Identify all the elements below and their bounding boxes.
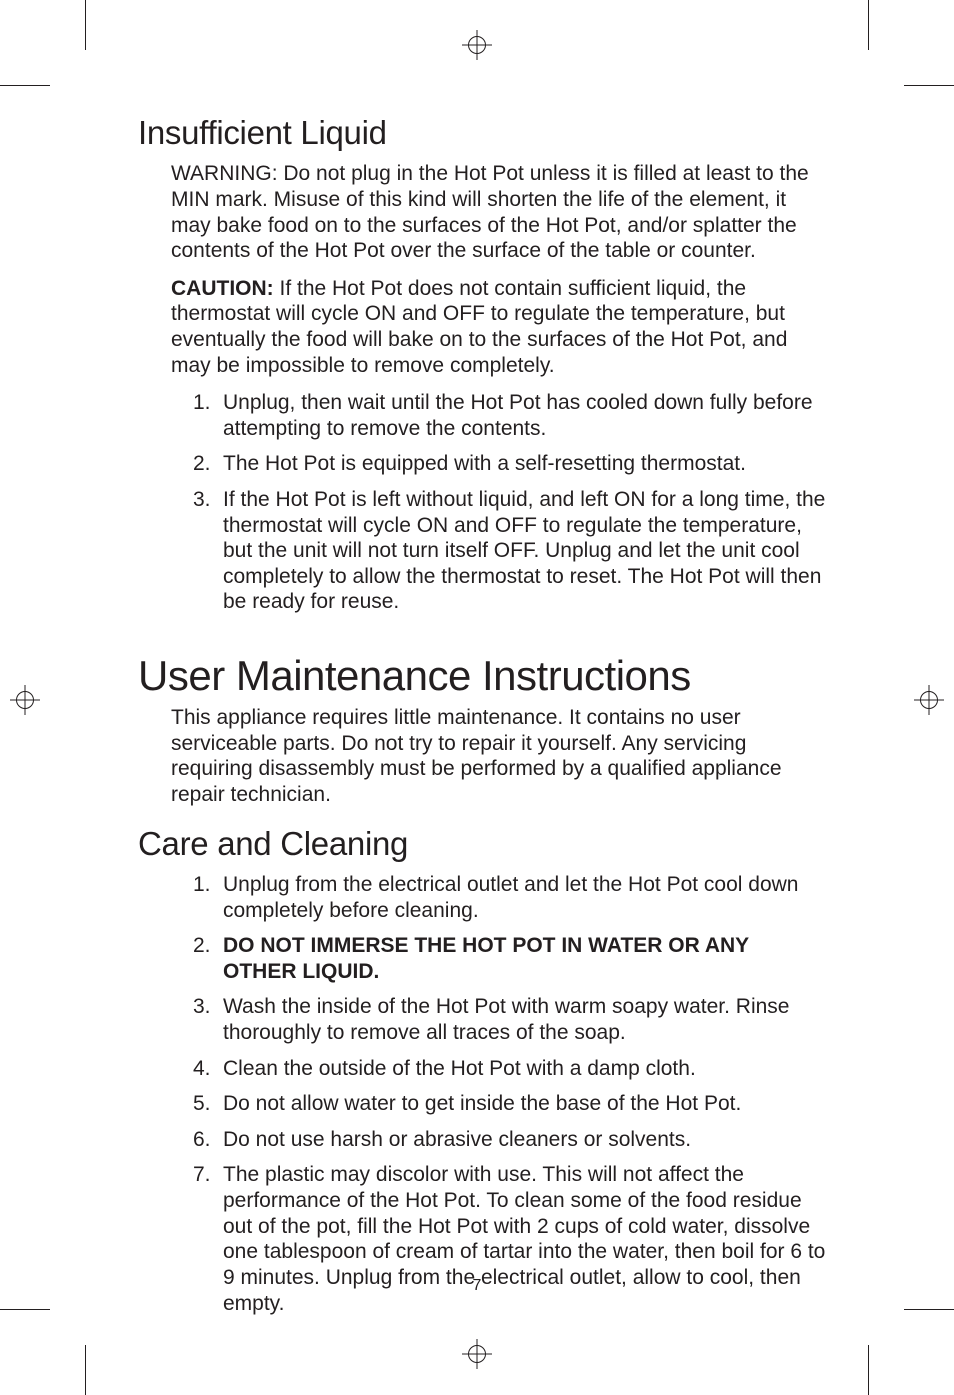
crop-mark [0,1309,50,1310]
list-number: 2. [193,933,211,959]
registration-mark-icon [10,685,40,715]
list-number: 5. [193,1091,211,1117]
caution-label: CAUTION: [171,277,274,300]
registration-mark-icon [914,685,944,715]
list-number: 1. [193,872,211,898]
list-number: 4. [193,1056,211,1082]
page-content: Insufficient Liquid WARNING: Do not plug… [138,115,828,1326]
crop-mark [904,85,954,86]
list-item: 4. Clean the outside of the Hot Pot with … [193,1056,828,1082]
crop-mark [85,0,86,50]
crop-mark [868,0,869,50]
list-text: Clean the outside of the Hot Pot with a … [223,1057,696,1080]
list-text: The Hot Pot is equipped with a self-rese… [223,452,746,475]
heading-user-maintenance: User Maintenance Instructions [138,653,828,699]
paragraph-caution: CAUTION: If the Hot Pot does not contain… [171,276,828,378]
list-text: Do not allow water to get inside the bas… [223,1092,741,1115]
paragraph-warning: WARNING: Do not plug in the Hot Pot unle… [171,161,828,263]
list-item: 1. Unplug, then wait until the Hot Pot ha… [193,390,828,441]
heading-care-cleaning: Care and Cleaning [138,826,828,862]
heading-insufficient-liquid: Insufficient Liquid [138,115,828,151]
list-item: 6. Do not use harsh or abrasive cleaners … [193,1127,828,1153]
list-item: 3. If the Hot Pot is left without liquid,… [193,487,828,615]
crop-mark [904,1309,954,1310]
list-number: 6. [193,1127,211,1153]
registration-mark-icon [462,30,492,60]
crop-mark [85,1345,86,1395]
list-item: 5. Do not allow water to get inside the b… [193,1091,828,1117]
list-number: 2. [193,451,211,477]
registration-mark-icon [462,1339,492,1369]
list-item: 2. The Hot Pot is equipped with a self-re… [193,451,828,477]
list-insufficient-liquid: 1. Unplug, then wait until the Hot Pot ha… [193,390,828,615]
list-number: 3. [193,994,211,1020]
list-care-cleaning: 1. Unplug from the electrical outlet and … [193,872,828,1316]
crop-mark [868,1345,869,1395]
list-number: 7. [193,1162,211,1188]
list-number: 3. [193,487,211,513]
list-number: 1. [193,390,211,416]
list-text: Do not use harsh or abrasive cleaners or… [223,1128,691,1151]
page-number: 7 [0,1277,954,1295]
list-item: 2. DO NOT IMMERSE THE HOT POT IN WATER OR… [193,933,828,984]
list-item: 3. Wash the inside of the Hot Pot with wa… [193,994,828,1045]
list-item: 1. Unplug from the electrical outlet and … [193,872,828,923]
list-text: If the Hot Pot is left without liquid, a… [223,488,825,613]
list-text: Unplug, then wait until the Hot Pot has … [223,391,813,440]
list-text-bold: DO NOT IMMERSE THE HOT POT IN WATER OR A… [223,934,749,983]
list-text: Wash the inside of the Hot Pot with warm… [223,995,789,1044]
list-text: Unplug from the electrical outlet and le… [223,873,799,922]
crop-mark [0,85,50,86]
paragraph-maintenance: This appliance requires little maintenan… [171,705,828,807]
